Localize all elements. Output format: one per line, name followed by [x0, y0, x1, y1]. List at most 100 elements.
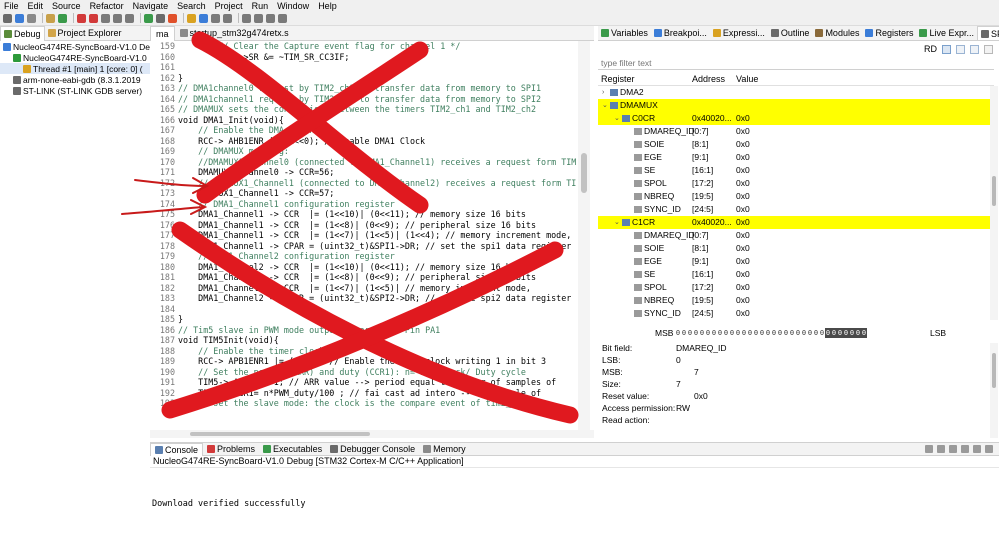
- code-line[interactable]: DMA1_Channel2 -> CCR |= (1<<8)| (0<<9); …: [178, 272, 576, 283]
- sfr-bitfield-row[interactable]: SOIE [8:1] 0x0: [598, 138, 990, 151]
- sfr-value[interactable]: 0x0: [736, 139, 750, 149]
- tab-problems[interactable]: Problems: [203, 443, 259, 456]
- code-line[interactable]: // DMAMUX1_Channel1 (connected to DMA1_C…: [178, 178, 576, 189]
- debug-tree-item[interactable]: NucleoG474RE-SyncBoard-V1.0: [0, 52, 150, 63]
- debug-tree-item[interactable]: ST-LINK (ST-LINK GDB server): [0, 85, 150, 96]
- sfr-bitfield-row[interactable]: NBREQ [19:5] 0x0: [598, 190, 990, 203]
- menu-file[interactable]: File: [4, 1, 19, 11]
- toolbar-button-icon[interactable]: [278, 13, 287, 23]
- code-line[interactable]: DMA1_Channel2 -> CPAR = (uint32_t)&SPI2-…: [178, 293, 576, 304]
- code-line[interactable]: [178, 304, 576, 315]
- code-line[interactable]: // Enable the timer clock: [178, 346, 576, 357]
- code-editor[interactable]: 159 160 161 162 163 164 165 166 167 168 169 170 171 1…: [150, 41, 594, 430]
- toolbar-button-icon[interactable]: [199, 13, 208, 23]
- debug-tree-item[interactable]: NucleoG474RE-SyncBoard-V1.0 De: [0, 41, 150, 52]
- code-line[interactable]: //DMAMUX1_Channel0 (connected to DMA1_Ch…: [178, 157, 576, 168]
- rd-button[interactable]: RD: [924, 44, 937, 54]
- debug-tree-item[interactable]: arm-none-eabi-gdb (8.3.1.2019: [0, 74, 150, 85]
- hex-icon[interactable]: [970, 44, 979, 54]
- sfr-bitfield-row[interactable]: EGE [9:1] 0x0: [598, 151, 990, 164]
- sfr-value[interactable]: 0x0: [736, 113, 750, 123]
- tab-memory[interactable]: Memory: [419, 443, 470, 456]
- toolbar-button-icon[interactable]: [89, 13, 98, 23]
- debug-tree-item[interactable]: Thread #1 [main] 1 [core: 0] (: [0, 63, 150, 74]
- toolbar-button-icon[interactable]: [15, 13, 24, 23]
- toolbar-button-icon[interactable]: [242, 13, 251, 23]
- tab-sfrs[interactable]: SFRs: [977, 26, 999, 40]
- toolbar-button-icon[interactable]: [46, 13, 55, 23]
- sfr-value[interactable]: 0x0: [736, 308, 750, 318]
- scroll-thumb[interactable]: [992, 353, 996, 388]
- toolbar-button-icon[interactable]: [113, 13, 122, 23]
- toolbar-button-icon[interactable]: [125, 13, 134, 23]
- toolbar-button-icon[interactable]: [254, 13, 263, 23]
- sfr-bitfield-row[interactable]: SYNC_ID [24:5] 0x0: [598, 203, 990, 216]
- tab-debug[interactable]: Debug: [0, 25, 45, 41]
- editor-vertical-scrollbar[interactable]: [578, 41, 590, 430]
- toolbar-button-icon[interactable]: [77, 13, 86, 23]
- tab-breakpoi[interactable]: Breakpoi...: [651, 26, 710, 40]
- code-line[interactable]: }: [178, 314, 576, 325]
- sfr-bitfield-row[interactable]: SPOL [17:2] 0x0: [598, 281, 990, 294]
- code-area[interactable]: // Clear the Capture event flag for chan…: [178, 41, 576, 430]
- sfr-register-row[interactable]: ⌄ DMAMUX: [598, 99, 990, 112]
- chevron-down-icon[interactable]: ⌄: [614, 218, 622, 226]
- code-line[interactable]: DMAMUX1_Channel0 -> CCR=56;: [178, 167, 576, 178]
- clear-console-icon[interactable]: [925, 445, 933, 453]
- sfr-value[interactable]: 0x0: [736, 230, 750, 240]
- code-line[interactable]: // DMA1channel0 request by TIM2_ch1 to t…: [178, 83, 576, 94]
- binary-icon[interactable]: [956, 44, 965, 54]
- toolbar-button-icon[interactable]: [144, 13, 153, 23]
- sfr-bitfield-row[interactable]: SE [16:1] 0x0: [598, 268, 990, 281]
- menu-edit[interactable]: Edit: [28, 1, 44, 11]
- code-line[interactable]: RCC-> AHB1ENR |= (1<<0); // Enable DMA1 …: [178, 136, 576, 147]
- code-line[interactable]: }: [178, 73, 576, 84]
- tab-outline[interactable]: Outline: [768, 26, 813, 40]
- code-line[interactable]: DMA1_Channel1 -> CCR |= (1<<7)| (1<<5)| …: [178, 230, 576, 241]
- toolbar-button-icon[interactable]: [266, 13, 275, 23]
- code-line[interactable]: DMAMUX1_Channel1 -> CCR=57;: [178, 188, 576, 199]
- tab-modules[interactable]: Modules: [812, 26, 862, 40]
- code-line[interactable]: TIM5-> ARR = n-1; // ARR value --> perio…: [178, 377, 576, 388]
- sfr-register-row[interactable]: ⌄ C1CR 0x40020... 0x0: [598, 216, 990, 229]
- code-line[interactable]: // Tim5 slave in PWM mode output squarew…: [178, 325, 576, 336]
- maximize-icon[interactable]: [985, 445, 993, 453]
- code-line[interactable]: [178, 62, 576, 73]
- sfr-value[interactable]: 0x0: [736, 256, 750, 266]
- sfr-value[interactable]: 0x0: [736, 282, 750, 292]
- menu-project[interactable]: Project: [215, 1, 243, 11]
- menu-source[interactable]: Source: [52, 1, 81, 11]
- chevron-down-icon[interactable]: ⌄: [614, 114, 622, 122]
- tab-main-c[interactable]: ma: [150, 25, 175, 41]
- sfr-bitfield-row[interactable]: EGE [9:1] 0x0: [598, 255, 990, 268]
- sfr-bitfield-row[interactable]: SOIE [8:1] 0x0: [598, 242, 990, 255]
- code-line[interactable]: // DMA1channel1 request by TIM2_ch2 to t…: [178, 94, 576, 105]
- tab-expressi[interactable]: Expressi...: [710, 26, 768, 40]
- chevron-right-icon[interactable]: ›: [602, 89, 610, 96]
- toolbar-button-icon[interactable]: [211, 13, 220, 23]
- tab-console[interactable]: Console: [150, 442, 204, 456]
- console-output[interactable]: Download verified successfully: [150, 468, 999, 548]
- pin-console-icon[interactable]: [949, 445, 957, 453]
- code-line[interactable]: DMA1_Channel2 -> CCR |= (1<<10)| (0<<11)…: [178, 262, 576, 273]
- code-line[interactable]: TIM5-> CCR1= n*PWM_duty/100 ; // fai cas…: [178, 388, 576, 399]
- details-vertical-scrollbar[interactable]: [990, 343, 998, 438]
- tab-registers[interactable]: Registers: [862, 26, 916, 40]
- display-mode-icon[interactable]: [942, 44, 951, 54]
- view-menu-icon[interactable]: [984, 44, 993, 54]
- menu-refactor[interactable]: Refactor: [90, 1, 124, 11]
- column-address[interactable]: Address: [692, 74, 725, 84]
- sfr-register-row[interactable]: ⌄ C0CR 0x40020... 0x0: [598, 112, 990, 125]
- menu-navigate[interactable]: Navigate: [133, 1, 169, 11]
- sfr-value[interactable]: 0x0: [736, 191, 750, 201]
- column-register[interactable]: Register: [601, 74, 635, 84]
- code-line[interactable]: // DMA1_Channel2 configuration register: [178, 251, 576, 262]
- code-line[interactable]: TIM5->SR &= ~TIM_SR_CC3IF;: [178, 52, 576, 63]
- menu-window[interactable]: Window: [277, 1, 309, 11]
- tab-project-explorer[interactable]: Project Explorer: [45, 26, 125, 41]
- sfr-value[interactable]: 0x0: [736, 269, 750, 279]
- menu-help[interactable]: Help: [318, 1, 337, 11]
- sfr-value[interactable]: 0x0: [736, 204, 750, 214]
- toolbar-button-icon[interactable]: [168, 13, 177, 23]
- sfr-value[interactable]: 0x0: [736, 165, 750, 175]
